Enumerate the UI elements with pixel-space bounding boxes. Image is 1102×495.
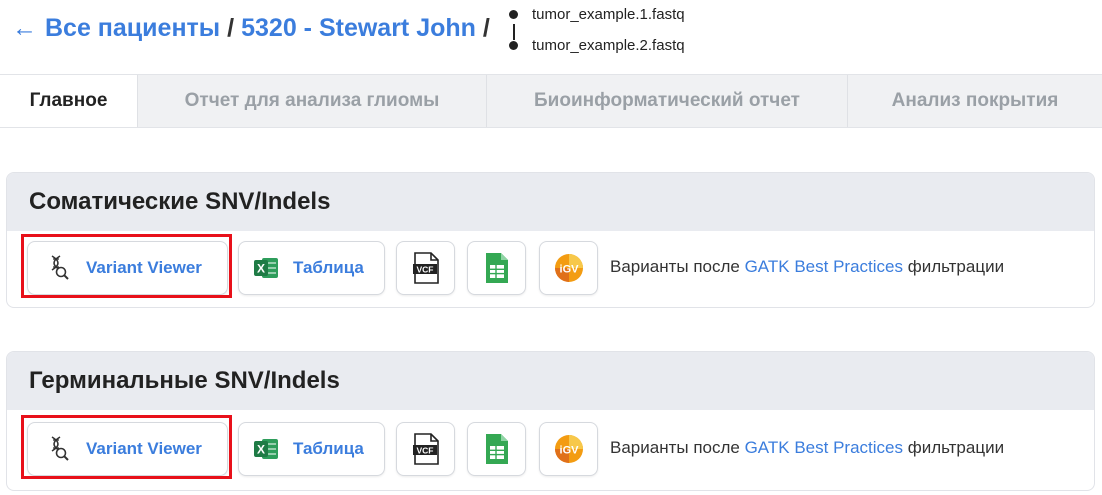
breadcrumb: ← Все пациенты / 5320 - Stewart John / [12, 14, 490, 43]
igv-button[interactable]: iGV [539, 241, 598, 295]
tab-main[interactable]: Главное [0, 75, 137, 127]
sample-file-item: tumor_example.2.fastq [508, 37, 685, 54]
table-button[interactable]: X Таблица [238, 422, 385, 476]
vcf-file-icon: VCF [412, 252, 440, 284]
variant-viewer-label: Variant Viewer [86, 258, 202, 277]
section-title: Герминальные SNV/Indels [7, 352, 1094, 410]
tab-coverage-analysis[interactable]: Анализ покрытия [847, 75, 1102, 127]
spreadsheet-button[interactable] [467, 241, 526, 295]
igv-text: iGV [559, 445, 579, 457]
germline-section: Герминальные SNV/Indels Variant Viewer X… [6, 351, 1095, 491]
excel-icon: X [253, 256, 279, 280]
spreadsheet-icon [485, 252, 509, 284]
igv-icon: iGV [553, 433, 585, 465]
section-description: Варианты после GATK Best Practices фильт… [610, 257, 1004, 277]
section-actions: Variant Viewer X Таблица VCF iGV Вариант… [7, 231, 1094, 307]
description-text: фильтрации [902, 438, 1005, 457]
somatic-section: Соматические SNV/Indels Variant Viewer X… [6, 172, 1095, 308]
table-label: Таблица [293, 258, 364, 277]
bullet-icon [509, 10, 518, 19]
vcf-text: VCF [416, 265, 433, 275]
breadcrumb-all-patients[interactable]: Все пациенты [45, 14, 220, 43]
sample-file-item: tumor_example.1.fastq [508, 6, 685, 23]
description-text: Варианты после [610, 257, 745, 276]
header: ← Все пациенты / 5320 - Stewart John / t… [12, 0, 1092, 74]
sample-files: tumor_example.1.fastq tumor_example.2.fa… [508, 4, 768, 60]
variant-viewer-button[interactable]: Variant Viewer [27, 241, 228, 295]
sample-file-name: tumor_example.2.fastq [532, 37, 685, 54]
tab-bioinformatics-report[interactable]: Биоинформатический отчет [486, 75, 847, 127]
variant-viewer-label: Variant Viewer [86, 439, 202, 458]
table-label: Таблица [293, 439, 364, 458]
excel-letter: X [257, 443, 265, 457]
section-title: Соматические SNV/Indels [7, 173, 1094, 231]
spreadsheet-button[interactable] [467, 422, 526, 476]
back-arrow-icon[interactable]: ← [12, 14, 37, 43]
spreadsheet-icon [485, 433, 509, 465]
section-actions: Variant Viewer X Таблица VCF iGV Вариант… [7, 410, 1094, 490]
sample-file-name: tumor_example.1.fastq [532, 6, 685, 23]
breadcrumb-separator: / [482, 14, 490, 42]
igv-icon: iGV [553, 252, 585, 284]
igv-button[interactable]: iGV [539, 422, 598, 476]
section-description: Варианты после GATK Best Practices фильт… [610, 438, 1004, 458]
table-button[interactable]: X Таблица [238, 241, 385, 295]
excel-letter: X [257, 262, 265, 276]
gatk-link[interactable]: GATK Best Practices [745, 257, 903, 276]
dna-magnifier-icon [48, 255, 70, 281]
bullet-icon [509, 41, 518, 50]
report-tabs: Главное Отчет для анализа глиомы Биоинфо… [0, 74, 1102, 128]
vcf-download-button[interactable]: VCF [396, 422, 455, 476]
vcf-file-icon: VCF [412, 433, 440, 465]
breadcrumb-separator: / [227, 14, 235, 42]
dna-magnifier-icon [48, 436, 70, 462]
tab-glioma-report[interactable]: Отчет для анализа глиомы [137, 75, 486, 127]
variant-viewer-button[interactable]: Variant Viewer [27, 422, 228, 476]
vcf-download-button[interactable]: VCF [396, 241, 455, 295]
excel-icon: X [253, 437, 279, 461]
gatk-link[interactable]: GATK Best Practices [745, 438, 903, 457]
igv-text: iGV [559, 264, 579, 276]
description-text: Варианты после [610, 438, 745, 457]
breadcrumb-patient[interactable]: 5320 - Stewart John [241, 14, 476, 43]
description-text: фильтрации [902, 257, 1005, 276]
vcf-text: VCF [416, 446, 433, 456]
